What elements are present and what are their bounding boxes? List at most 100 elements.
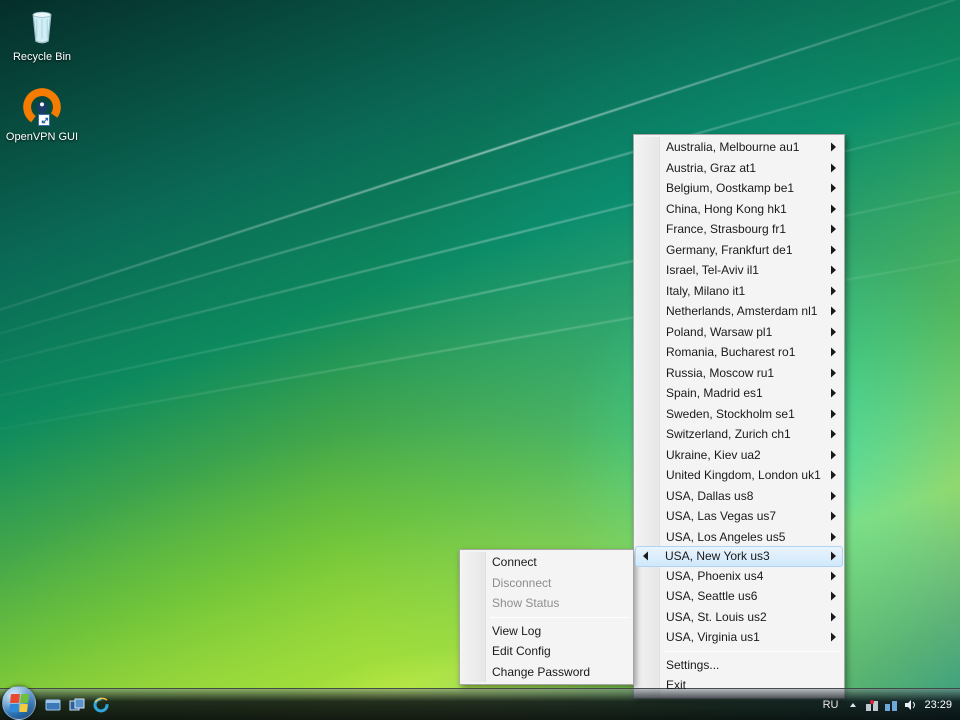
desktop-icon-recycle-bin[interactable]: Recycle Bin xyxy=(4,6,80,64)
servers-context-menu: Australia, Melbourne au1 Austria, Graz at… xyxy=(633,134,845,699)
chevron-right-icon xyxy=(830,389,837,398)
chevron-right-icon xyxy=(830,245,837,254)
show-desktop-icon xyxy=(45,697,61,713)
server-menu-item[interactable]: Italy, Milano it1 xyxy=(636,281,842,302)
start-button[interactable] xyxy=(2,686,36,720)
chevron-right-icon xyxy=(830,571,837,580)
chevron-right-icon xyxy=(830,409,837,418)
server-menu-item[interactable]: USA, St. Louis us2 xyxy=(636,607,842,628)
menu-item-change-password[interactable]: Change Password xyxy=(462,662,631,683)
menu-item-show-status: Show Status xyxy=(462,593,631,614)
servers-list: Australia, Melbourne au1 Austria, Graz at… xyxy=(636,137,842,648)
menu-item-connect[interactable]: Connect xyxy=(462,552,631,573)
server-menu-item[interactable]: Switzerland, Zurich ch1 xyxy=(636,424,842,445)
server-menu-item[interactable]: Germany, Frankfurt de1 xyxy=(636,240,842,261)
quick-launch-show-desktop[interactable] xyxy=(42,694,64,716)
language-indicator[interactable]: RU xyxy=(820,698,842,712)
chevron-right-icon xyxy=(830,450,837,459)
chevron-right-icon xyxy=(830,430,837,439)
menu-item-label: Austria, Graz at1 xyxy=(666,161,756,175)
taskbar-clock[interactable]: 23:29 xyxy=(922,699,954,711)
openvpn-icon xyxy=(21,86,63,128)
menu-item-label: Spain, Madrid es1 xyxy=(666,386,763,400)
chevron-right-icon xyxy=(830,552,837,561)
chevron-right-icon xyxy=(830,592,837,601)
menu-item-label: Poland, Warsaw pl1 xyxy=(666,325,772,339)
quick-launch-ie[interactable] xyxy=(90,694,112,716)
menu-item-label: Settings... xyxy=(666,658,719,672)
menu-item-label: USA, Seattle us6 xyxy=(666,589,757,603)
menu-item-edit-config[interactable]: Edit Config xyxy=(462,641,631,662)
server-menu-item[interactable]: China, Hong Kong hk1 xyxy=(636,199,842,220)
shortcut-arrow-icon xyxy=(38,114,50,126)
server-menu-item[interactable]: USA, Las Vegas us7 xyxy=(636,506,842,527)
recycle-bin-icon xyxy=(21,6,63,48)
server-menu-item[interactable]: Poland, Warsaw pl1 xyxy=(636,322,842,343)
server-menu-item[interactable]: Netherlands, Amsterdam nl1 xyxy=(636,301,842,322)
server-menu-item[interactable]: Israel, Tel-Aviv il1 xyxy=(636,260,842,281)
chevron-right-icon xyxy=(830,163,837,172)
chevron-right-icon xyxy=(830,532,837,541)
quick-launch-switch-windows[interactable] xyxy=(66,694,88,716)
server-menu-item[interactable]: Austria, Graz at1 xyxy=(636,158,842,179)
menu-item-label: USA, New York us3 xyxy=(665,549,770,563)
menu-item-label: Connect xyxy=(492,555,537,569)
menu-item-disconnect: Disconnect xyxy=(462,573,631,594)
chevron-left-icon xyxy=(642,552,649,561)
menu-item-label: USA, Dallas us8 xyxy=(666,489,753,503)
desktop-icon-openvpn[interactable]: OpenVPN GUI xyxy=(4,86,80,144)
menu-item-label: Edit Config xyxy=(492,644,551,658)
server-menu-item[interactable]: USA, Phoenix us4 xyxy=(636,566,842,587)
menu-item-label: Disconnect xyxy=(492,576,551,590)
system-tray: RU 23:29 xyxy=(820,697,954,713)
server-menu-item[interactable]: Spain, Madrid es1 xyxy=(636,383,842,404)
internet-explorer-icon xyxy=(93,697,109,713)
tray-network-icon[interactable] xyxy=(883,697,899,713)
chevron-right-icon xyxy=(830,348,837,357)
server-menu-item[interactable]: Belgium, Oostkamp be1 xyxy=(636,178,842,199)
server-menu-item[interactable]: Russia, Moscow ru1 xyxy=(636,363,842,384)
desktop-icon-label: Recycle Bin xyxy=(4,51,80,64)
menu-item-label: France, Strasbourg fr1 xyxy=(666,222,786,236)
server-menu-item[interactable]: USA, Virginia us1 xyxy=(636,627,842,648)
chevron-right-icon xyxy=(830,225,837,234)
menu-item-label: Australia, Melbourne au1 xyxy=(666,140,799,154)
menu-item-label: USA, Las Vegas us7 xyxy=(666,509,776,523)
server-menu-item[interactable]: Australia, Melbourne au1 xyxy=(636,137,842,158)
chevron-right-icon xyxy=(830,143,837,152)
menu-item-settings[interactable]: Settings... xyxy=(636,655,842,676)
chevron-right-icon xyxy=(830,327,837,336)
menu-item-label: View Log xyxy=(492,624,541,638)
server-menu-item[interactable]: USA, Dallas us8 xyxy=(636,486,842,507)
menu-item-view-log[interactable]: View Log xyxy=(462,621,631,642)
tray-volume-icon[interactable] xyxy=(902,697,918,713)
menu-item-label: USA, Virginia us1 xyxy=(666,630,760,644)
chevron-right-icon xyxy=(830,307,837,316)
chevron-right-icon xyxy=(830,471,837,480)
quick-launch xyxy=(42,694,112,716)
server-menu-item[interactable]: United Kingdom, London uk1 xyxy=(636,465,842,486)
tray-expand-icon[interactable] xyxy=(845,697,861,713)
server-menu-item[interactable]: USA, New York us3 xyxy=(635,546,843,567)
menu-item-label: Sweden, Stockholm se1 xyxy=(666,407,795,421)
server-menu-item[interactable]: Ukraine, Kiev ua2 xyxy=(636,445,842,466)
menu-item-label: Netherlands, Amsterdam nl1 xyxy=(666,304,817,318)
windows-logo-icon xyxy=(9,694,29,712)
menu-item-label: Italy, Milano it1 xyxy=(666,284,745,298)
menu-item-label: United Kingdom, London uk1 xyxy=(666,468,821,482)
server-menu-item[interactable]: Romania, Bucharest ro1 xyxy=(636,342,842,363)
menu-item-label: China, Hong Kong hk1 xyxy=(666,202,787,216)
server-menu-item[interactable]: USA, Seattle us6 xyxy=(636,586,842,607)
menu-item-label: Belgium, Oostkamp be1 xyxy=(666,181,794,195)
chevron-right-icon xyxy=(830,184,837,193)
switch-windows-icon xyxy=(69,697,85,713)
desktop[interactable]: Recycle Bin OpenVPN GUI Australia, Melbo… xyxy=(0,0,960,720)
server-menu-item[interactable]: France, Strasbourg fr1 xyxy=(636,219,842,240)
menu-item-label: USA, Los Angeles us5 xyxy=(666,530,785,544)
tray-openvpn-icon[interactable] xyxy=(864,697,880,713)
menu-item-exit[interactable]: Exit xyxy=(636,675,842,696)
server-menu-item[interactable]: Sweden, Stockholm se1 xyxy=(636,404,842,425)
server-action-submenu: Connect Disconnect Show Status View Log … xyxy=(459,549,634,685)
chevron-right-icon xyxy=(830,266,837,275)
server-menu-item[interactable]: USA, Los Angeles us5 xyxy=(636,527,842,548)
